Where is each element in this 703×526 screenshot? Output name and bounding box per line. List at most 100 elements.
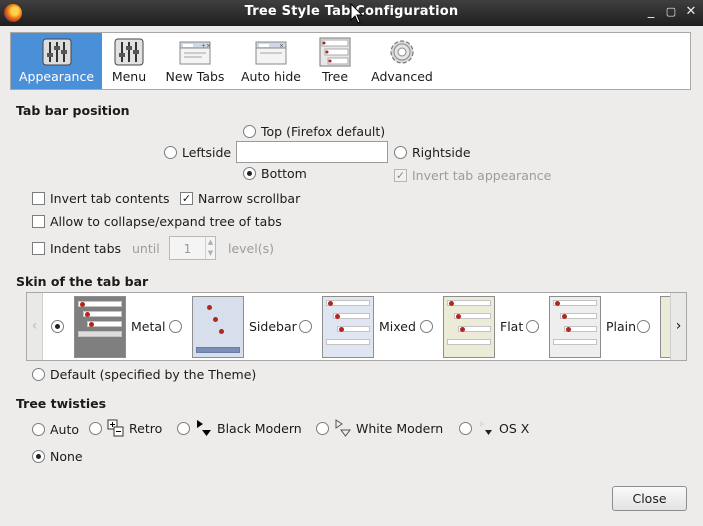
new-tab-window-icon: +×	[179, 41, 211, 65]
tree-twisties-heading: Tree twisties	[16, 396, 107, 411]
position-right-radio[interactable]: Rightside	[394, 145, 471, 160]
twisty-auto-radio[interactable]: Auto	[32, 422, 79, 437]
spin-up-icon[interactable]: ▲	[205, 237, 215, 248]
scroll-right-icon[interactable]: ›	[670, 293, 686, 360]
radio-indicator[interactable]	[32, 450, 45, 463]
radio-indicator[interactable]	[316, 421, 329, 435]
radio-indicator[interactable]	[420, 320, 433, 333]
skin-heading: Skin of the tab bar	[16, 274, 149, 289]
radio-indicator[interactable]	[299, 320, 312, 333]
position-bottom-radio[interactable]: Bottom	[243, 166, 307, 181]
checkbox-indicator[interactable]: ✓	[180, 192, 193, 205]
checkbox-indicator[interactable]	[32, 192, 45, 205]
radio-indicator[interactable]	[177, 421, 190, 435]
position-left-radio[interactable]: Leftside	[164, 145, 231, 160]
mouse-cursor-icon	[350, 3, 364, 24]
radio-indicator[interactable]	[32, 423, 45, 436]
mixed-preview-icon	[322, 295, 374, 358]
skin-label: Plain	[606, 319, 637, 334]
metal-preview-icon	[74, 295, 126, 358]
tree-preview-icon	[319, 37, 351, 67]
auto-hide-window-icon: ×	[255, 41, 287, 65]
narrow-scrollbar-checkbox[interactable]: ✓ Narrow scrollbar	[180, 191, 300, 206]
twisty-label: Black Modern	[217, 420, 302, 436]
tab-bar-position-heading: Tab bar position	[16, 103, 130, 118]
invert-tab-contents-label: Invert tab contents	[50, 191, 170, 206]
tab-appearance[interactable]: Appearance	[11, 33, 102, 89]
twisty-osx-radio[interactable]: OS X	[459, 419, 529, 437]
twisty-label: OS X	[499, 420, 530, 436]
tab-auto-hide[interactable]: × Auto hide	[237, 33, 305, 89]
radio-indicator[interactable]	[243, 167, 256, 180]
radio-indicator[interactable]	[169, 320, 182, 333]
position-preview-box	[236, 141, 388, 163]
radio-indicator[interactable]	[526, 320, 539, 333]
twisty-white-modern-radio[interactable]: White Modern	[316, 419, 443, 437]
skin-mixed[interactable]: Mixed	[299, 293, 416, 360]
preferences-toolbar: Appearance Menu +× New Tabs × Auto hide …	[10, 32, 691, 90]
skin-label: Sidebar	[249, 319, 297, 334]
radio-indicator[interactable]	[394, 146, 407, 159]
twisty-retro-radio[interactable]: Retro	[89, 419, 162, 437]
plain-preview-icon	[549, 295, 601, 358]
checkbox-indicator[interactable]	[32, 242, 45, 255]
position-bottom-label: Bottom	[261, 166, 307, 181]
minimize-button[interactable]: _	[643, 4, 659, 20]
radio-indicator[interactable]	[637, 320, 650, 333]
sliders-icon	[114, 38, 144, 66]
twisty-black-modern-radio[interactable]: Black Modern	[177, 419, 302, 437]
radio-indicator[interactable]	[51, 320, 64, 333]
skin-label: Mixed	[379, 319, 416, 334]
spin-down-icon[interactable]: ▼	[205, 248, 215, 259]
tab-label: Menu	[111, 69, 147, 84]
sidebar-preview-icon	[192, 295, 244, 358]
radio-indicator[interactable]	[459, 421, 472, 435]
scroll-left-icon[interactable]: ‹	[27, 293, 43, 360]
skin-label: Flat	[500, 319, 524, 334]
close-button[interactable]: Close	[612, 486, 687, 511]
black-modern-twisty-icon	[197, 420, 211, 436]
skin-default-radio[interactable]: Default (specified by the Theme)	[32, 367, 256, 382]
allow-collapse-label: Allow to collapse/expand tree of tabs	[50, 214, 282, 229]
radio-indicator[interactable]	[32, 368, 45, 381]
twisty-none-radio[interactable]: None	[32, 449, 83, 464]
position-top-radio[interactable]: Top (Firefox default)	[243, 124, 385, 139]
indent-level-spinner[interactable]: 1 ▲ ▼	[169, 236, 216, 260]
titlebar[interactable]: Tree Style Tab Configuration _ ▢ ✕	[0, 0, 703, 26]
osx-twisty-icon	[480, 421, 492, 435]
tab-tree[interactable]: Tree	[317, 33, 353, 89]
tab-advanced[interactable]: Advanced	[368, 33, 436, 89]
checkbox-indicator[interactable]: ✓	[394, 169, 407, 182]
until-label: until	[132, 241, 160, 256]
svg-text:×: ×	[279, 43, 284, 50]
tab-menu[interactable]: Menu	[103, 33, 155, 89]
close-window-button[interactable]: ✕	[683, 4, 699, 20]
radio-indicator[interactable]	[164, 146, 177, 159]
tab-label: Appearance	[18, 69, 95, 84]
maximize-button[interactable]: ▢	[663, 4, 679, 20]
svg-text:+×: +×	[201, 43, 211, 50]
skin-list: ‹ Metal Sidebar Mixed Flat Plain ›	[26, 292, 687, 361]
allow-collapse-checkbox[interactable]: Allow to collapse/expand tree of tabs	[32, 214, 282, 229]
skin-default-label: Default (specified by the Theme)	[50, 367, 257, 382]
twisty-label: Auto	[50, 422, 80, 437]
skin-plain[interactable]: Plain	[526, 293, 636, 360]
tab-new-tabs[interactable]: +× New Tabs	[161, 33, 229, 89]
skin-metal[interactable]: Metal	[51, 293, 166, 360]
invert-tab-contents-checkbox[interactable]: Invert tab contents	[32, 191, 170, 206]
position-left-label: Leftside	[182, 145, 232, 160]
invert-tab-appearance-checkbox[interactable]: ✓ Invert tab appearance	[394, 168, 551, 183]
checkbox-indicator[interactable]	[32, 215, 45, 228]
skin-sidebar[interactable]: Sidebar	[169, 293, 297, 360]
radio-indicator[interactable]	[243, 125, 256, 138]
tab-label: Advanced	[371, 69, 433, 84]
retro-twisty-icon	[107, 419, 124, 437]
radio-indicator[interactable]	[89, 421, 102, 435]
indent-tabs-label: Indent tabs	[50, 241, 122, 256]
skin-flat[interactable]: Flat	[420, 293, 523, 360]
narrow-scrollbar-label: Narrow scrollbar	[198, 191, 301, 206]
tab-label: New Tabs	[165, 69, 225, 84]
skin-label: Metal	[131, 319, 166, 334]
indent-tabs-checkbox[interactable]: Indent tabs	[32, 241, 121, 256]
position-right-label: Rightside	[412, 145, 471, 160]
